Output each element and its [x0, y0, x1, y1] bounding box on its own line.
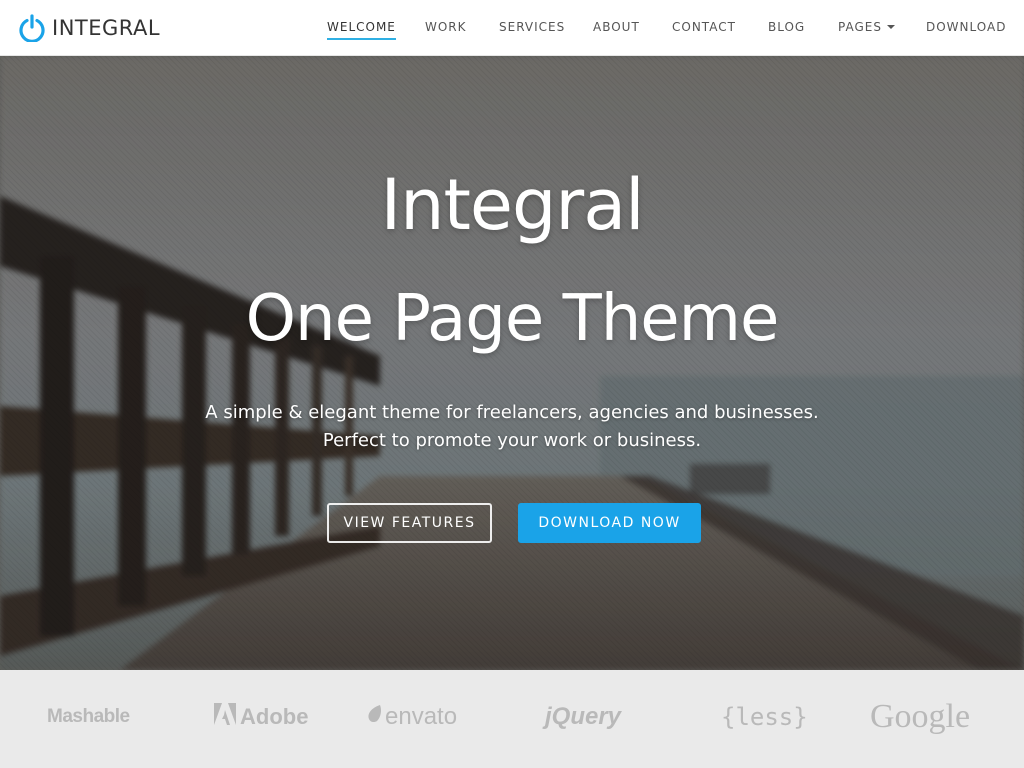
adobe-logo: Adobe [214, 697, 308, 737]
google-logo-text: Google [870, 698, 971, 735]
less-logo-text: {less} [721, 703, 808, 731]
adobe-logo-text: Adobe [240, 704, 309, 729]
less-logo: {less} [721, 697, 808, 737]
mashable-logo: Mashable [47, 697, 130, 737]
brand-name: INTEGRAL [52, 16, 161, 40]
hero-section: Integral One Page Theme A simple & elega… [0, 56, 1024, 670]
download-now-button[interactable]: DOWNLOAD NOW [518, 503, 701, 543]
nav-item-services[interactable]: SERVICES [499, 20, 565, 34]
nav-item-work[interactable]: WORK [425, 20, 467, 34]
nav-item-about[interactable]: ABOUT [593, 20, 640, 34]
view-features-button[interactable]: VIEW FEATURES [327, 503, 492, 543]
envato-logo-text: envato [385, 703, 458, 730]
jquery-logo: jQuery [545, 697, 621, 737]
brand-logo[interactable]: INTEGRAL [18, 13, 160, 43]
caret-down-icon [886, 24, 895, 29]
partner-logos-strip: Mashable Adobe envato jQuery {less} Goog… [0, 670, 1024, 768]
envato-logo: envato [367, 697, 457, 737]
nav-item-blog[interactable]: BLOG [768, 20, 805, 34]
nav-item-pages[interactable]: PAGES [838, 20, 895, 34]
jquery-logo-text: jQuery [545, 703, 622, 730]
hero-pattern-overlay [0, 56, 1024, 670]
power-icon [18, 14, 46, 42]
adobe-icon [214, 703, 236, 731]
hero-subtitle-line2: Perfect to promote your work or business… [322, 430, 702, 451]
google-logo: Google [870, 697, 970, 737]
hero-subtitle-line1: A simple & elegant theme for freelancers… [205, 402, 819, 423]
envato-leaf-icon [367, 703, 383, 731]
navbar: INTEGRAL WELCOME WORK SERVICES ABOUT CON… [0, 0, 1024, 56]
nav-item-contact[interactable]: CONTACT [672, 20, 736, 34]
nav-item-pages-label: PAGES [838, 20, 882, 34]
hero-title-secondary: One Page Theme [245, 282, 780, 356]
hero-title: Integral [380, 164, 644, 246]
nav-item-download[interactable]: DOWNLOAD [926, 20, 1006, 34]
mashable-logo-text: Mashable [47, 706, 130, 727]
nav-item-welcome[interactable]: WELCOME [327, 20, 396, 40]
